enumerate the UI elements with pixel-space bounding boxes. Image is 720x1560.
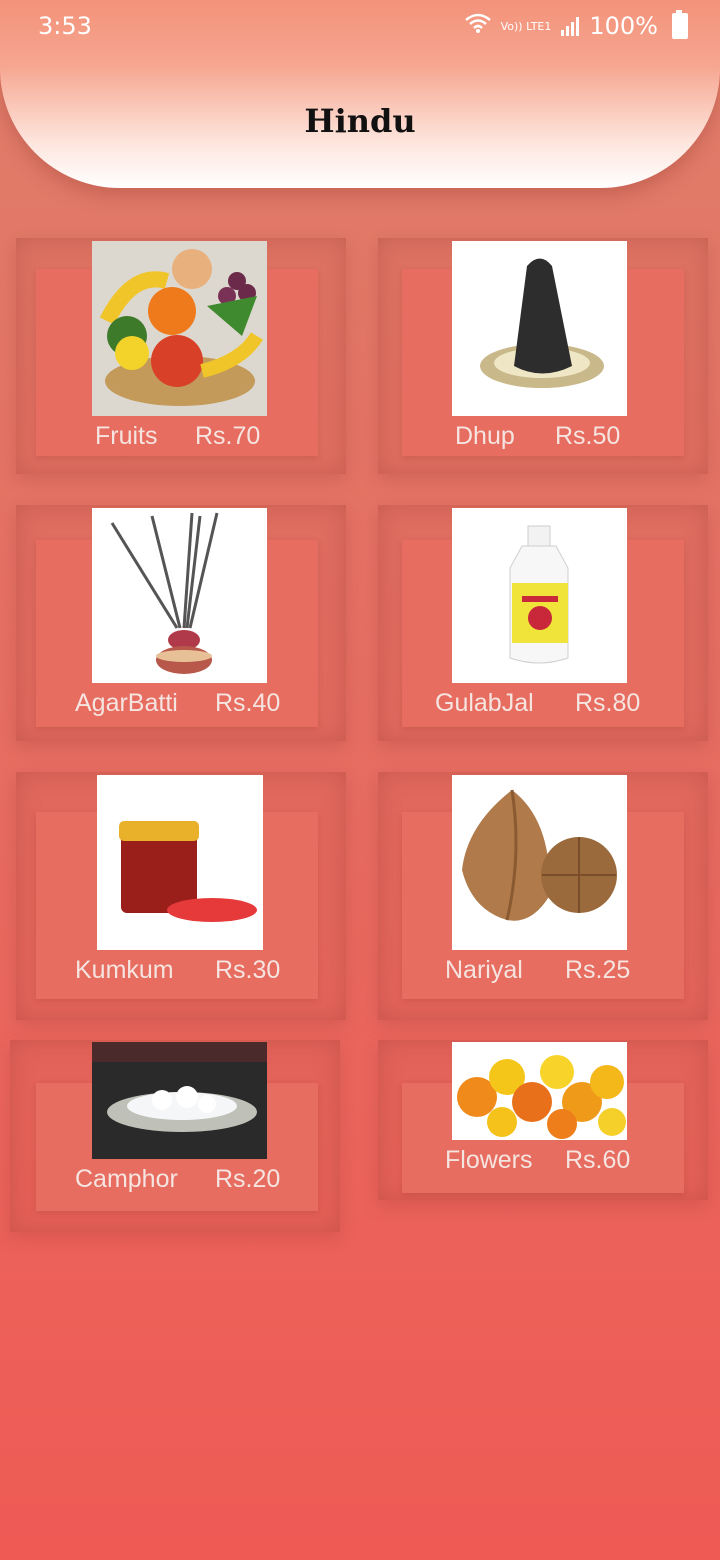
item-name: Flowers xyxy=(445,1146,533,1174)
status-icons: Vo)) LTE1 100% xyxy=(464,10,688,40)
item-price: Rs.80 xyxy=(575,689,641,717)
volte-icon: Vo)) LTE1 xyxy=(500,19,552,33)
item-name: AgarBatti xyxy=(75,689,178,717)
fruit-basket-image[interactable] xyxy=(92,241,267,416)
coconut-image[interactable] xyxy=(452,775,627,950)
camphor-plate-image[interactable] xyxy=(92,1042,267,1159)
item-price: Rs.40 xyxy=(215,689,281,717)
item-name: Nariyal xyxy=(445,956,523,984)
item-price: Rs.60 xyxy=(565,1146,631,1174)
item-name: GulabJal xyxy=(435,689,534,717)
item-price: Rs.25 xyxy=(565,956,631,984)
incense-sticks-image[interactable] xyxy=(92,508,267,683)
battery-icon xyxy=(672,10,688,39)
item-price: Rs.20 xyxy=(215,1165,281,1193)
item-price: Rs.30 xyxy=(215,956,281,984)
marigold-flowers-image[interactable] xyxy=(452,1042,627,1140)
item-name: Fruits xyxy=(95,422,158,450)
item-price: Rs.70 xyxy=(195,422,261,450)
status-bar: 3:53 Vo)) LTE1 100% xyxy=(0,0,720,54)
wifi-icon xyxy=(464,12,491,40)
status-time: 3:53 xyxy=(38,12,92,40)
item-name: Camphor xyxy=(75,1165,178,1193)
page-title: Hindu xyxy=(304,102,416,140)
item-price: Rs.50 xyxy=(555,422,621,450)
kumkum-jar-image[interactable] xyxy=(97,775,263,950)
item-name: Dhup xyxy=(455,422,515,450)
item-name: Kumkum xyxy=(75,956,174,984)
signal-icon xyxy=(561,16,580,36)
rose-water-bottle-image[interactable] xyxy=(452,508,627,683)
dhup-cone-image[interactable] xyxy=(452,241,627,416)
battery-percent: 100% xyxy=(589,12,658,40)
